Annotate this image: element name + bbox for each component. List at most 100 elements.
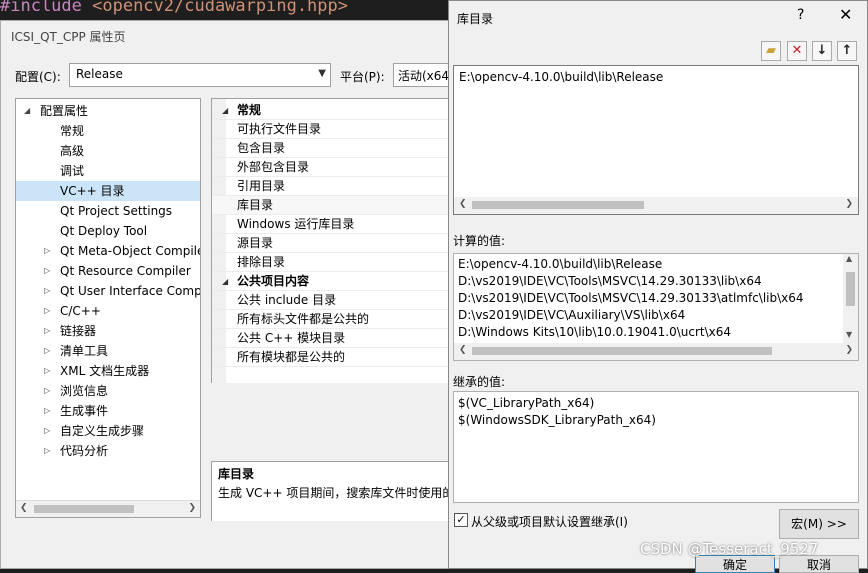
expand-icon[interactable]: ▷ <box>44 301 50 321</box>
arrow-down-icon[interactable]: ↓ <box>812 41 832 61</box>
tree-item[interactable]: 高级 <box>16 141 200 161</box>
tree-item[interactable]: ▷ 代码分析 <box>16 441 200 461</box>
grid-row-label: 引用目录 <box>237 179 286 193</box>
expand-icon[interactable]: ▷ <box>44 361 50 381</box>
computed-values-box: D:\Windows Kits\10\lib\10.0.19041.0\ucrt… <box>453 253 859 361</box>
expand-icon[interactable]: ▷ <box>44 241 50 261</box>
directory-entry[interactable]: E:\opencv-4.10.0\build\lib\Release <box>459 70 663 84</box>
chevron-left-icon[interactable]: ❮ <box>459 345 467 355</box>
tree-item[interactable]: ◢ 配置属性 <box>16 101 200 121</box>
grid-row[interactable]: 排除目录 <box>212 253 451 272</box>
scrollbar-thumb[interactable] <box>846 272 855 306</box>
expand-icon[interactable]: ▷ <box>44 341 50 361</box>
tree-item[interactable]: ▷ C/C++ <box>16 301 200 321</box>
config-value: Release <box>76 67 123 81</box>
tree-item[interactable]: ▷ 生成事件 <box>16 401 200 421</box>
scrollbar-thumb[interactable] <box>472 347 772 355</box>
grid-row-label: 包含目录 <box>237 141 286 155</box>
chevron-down-icon[interactable]: ▼ <box>846 330 852 339</box>
tree-item[interactable]: ▷ Qt Resource Compiler <box>16 261 200 281</box>
expanded-icon[interactable]: ◢ <box>222 272 228 291</box>
grid-category[interactable]: ◢ 公共项目内容 <box>212 272 451 291</box>
tree-item-label: 清单工具 <box>60 344 109 358</box>
chevron-left-icon[interactable]: ❮ <box>20 503 28 513</box>
arrow-up-icon[interactable]: ↑ <box>837 41 857 61</box>
horizontal-scrollbar[interactable]: ❮ ❯ <box>454 343 858 360</box>
description-panel: 库目录 生成 VC++ 项目期间，搜索库文件时使用的 <box>211 461 451 521</box>
computed-value-line: D:\vs2019\IDE\VC\Tools\MSVC\14.29.30133\… <box>458 274 762 288</box>
tree-item-label: 调试 <box>60 164 85 178</box>
expand-icon[interactable]: ▷ <box>44 401 50 421</box>
chevron-right-icon[interactable]: ❯ <box>188 503 196 513</box>
grid-row[interactable]: 公共 C++ 模块目录 <box>212 329 451 348</box>
expand-icon[interactable]: ▷ <box>44 381 50 401</box>
grid-row[interactable]: 源目录 <box>212 234 451 253</box>
description-title: 库目录 <box>218 467 255 481</box>
expand-icon[interactable]: ▷ <box>44 421 50 441</box>
tree-item-label: 配置属性 <box>40 104 89 118</box>
tree-item[interactable]: 调试 <box>16 161 200 181</box>
expand-icon[interactable]: ▷ <box>44 281 50 301</box>
expanded-icon[interactable]: ◢ <box>24 101 30 121</box>
chevron-up-icon[interactable]: ▲ <box>846 254 852 263</box>
tree-item[interactable]: ▷ 链接器 <box>16 321 200 341</box>
platform-value: 活动(x64) <box>398 69 451 83</box>
grid-row[interactable]: Windows 运行库目录 <box>212 215 451 234</box>
tree-item[interactable]: ▷ XML 文档生成器 <box>16 361 200 381</box>
delete-icon[interactable]: ✕ <box>787 41 807 61</box>
grid-row[interactable]: 引用目录 <box>212 177 451 196</box>
vertical-scrollbar[interactable]: ▲ ▼ <box>843 254 858 344</box>
grid-row[interactable]: 所有标头文件都是公共的 <box>212 310 451 329</box>
inherited-value-line: $(WindowsSDK_LibraryPath_x64) <box>458 413 656 427</box>
grid-row[interactable]: 外部包含目录 <box>212 158 451 177</box>
expand-icon[interactable]: ▷ <box>44 441 50 461</box>
grid-row[interactable]: 包含目录 <box>212 139 451 158</box>
tree-item[interactable]: ▷ 自定义生成步骤 <box>16 421 200 441</box>
expand-icon[interactable]: ▷ <box>44 321 50 341</box>
tree-item[interactable]: ▷ Qt Meta-Object Compiler <box>16 241 200 261</box>
grid-row-label: 可执行文件目录 <box>237 122 322 136</box>
grid-row[interactable]: 可执行文件目录 <box>212 120 451 139</box>
chevron-left-icon[interactable]: ❮ <box>459 199 467 209</box>
scrollbar-thumb[interactable] <box>34 505 134 513</box>
platform-select[interactable]: 活动(x64) <box>393 63 451 87</box>
horizontal-scrollbar[interactable]: ❮ ❯ <box>16 500 200 517</box>
tree-item[interactable]: ▷ 清单工具 <box>16 341 200 361</box>
expand-icon[interactable]: ▷ <box>44 261 50 281</box>
chevron-right-icon[interactable]: ❯ <box>845 199 853 209</box>
grid-row[interactable]: 公共 include 目录 <box>212 291 451 310</box>
code-keyword: #include <box>0 0 93 16</box>
macro-button[interactable]: 宏(M) >> <box>779 509 859 539</box>
inherited-values-box: $(VC_LibraryPath_x64) $(WindowsSDK_Librar… <box>453 391 859 503</box>
tree-item[interactable]: ▷ 浏览信息 <box>16 381 200 401</box>
tree-item-label: 高级 <box>60 144 85 158</box>
inherited-label: 继承的值: <box>453 375 506 389</box>
inherit-checkbox-label[interactable]: 从父级或项目默认设置继承(I) <box>471 513 628 530</box>
tree-item[interactable]: Qt Deploy Tool <box>16 221 200 241</box>
horizontal-scrollbar[interactable]: ❮ ❯ <box>454 197 858 214</box>
property-pages-window: ICSI_QT_CPP 属性页 配置(C): Release ▼ 平台(P): … <box>0 20 451 569</box>
grid-row[interactable]: 所有模块都是公共的 <box>212 348 451 367</box>
code-line: #include <opencv2/cudawarping.hpp> <box>0 0 450 20</box>
close-icon[interactable]: ✕ <box>839 5 852 24</box>
tree-item[interactable]: ▷ Qt User Interface Compiler <box>16 281 200 301</box>
folder-icon[interactable]: ▰ <box>761 41 781 61</box>
directory-edit-box[interactable]: E:\opencv-4.10.0\build\lib\Release ❮ ❯ <box>453 65 859 215</box>
chevron-right-icon[interactable]: ❯ <box>845 345 853 355</box>
property-tree[interactable]: ◢ 配置属性常规高级调试 VC++ 目录 Qt Project Settings Qt … <box>15 98 201 518</box>
config-select[interactable]: Release ▼ <box>69 63 331 87</box>
tree-item[interactable]: VC++ 目录 <box>16 181 200 201</box>
grid-row[interactable]: 库目录 <box>212 196 451 215</box>
scrollbar-thumb[interactable] <box>472 201 644 209</box>
tree-item-label: 链接器 <box>60 324 97 338</box>
grid-row-label: Windows 运行库目录 <box>237 217 355 231</box>
expanded-icon[interactable]: ◢ <box>222 101 228 120</box>
grid-category[interactable]: ◢ 常规 <box>212 101 451 120</box>
tree-item[interactable]: Qt Project Settings <box>16 201 200 221</box>
help-button[interactable]: ? <box>797 7 804 23</box>
tree-item[interactable]: 常规 <box>16 121 200 141</box>
computed-value-line: D:\vs2019\IDE\VC\Auxiliary\VS\lib\x64 <box>458 308 686 322</box>
inherit-checkbox[interactable]: ✓ <box>454 513 468 527</box>
chevron-down-icon: ▼ <box>318 68 326 79</box>
property-grid[interactable]: ◢ 常规可执行文件目录 包含目录外部包含目录引用目录库目录 Windows 运行库目录… <box>211 98 451 383</box>
